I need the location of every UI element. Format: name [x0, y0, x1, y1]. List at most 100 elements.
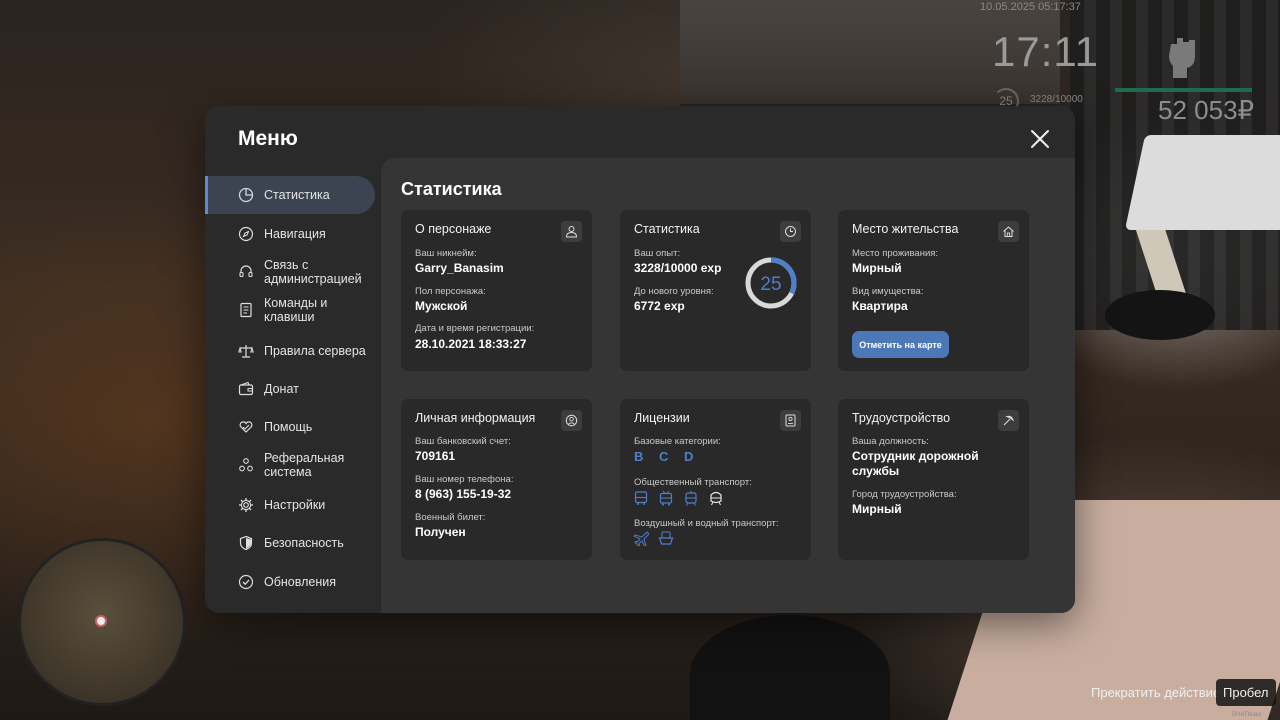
exp-label: Ваш опыт: — [634, 248, 681, 259]
bank-account-value: 709161 — [415, 449, 456, 463]
mark-on-map-button[interactable]: Отметить на карте — [852, 331, 949, 358]
metro-icon — [710, 491, 722, 506]
next-level-label: До нового уровня: — [634, 286, 714, 297]
shield-icon — [239, 535, 253, 551]
sidebar-item-label: Навигация — [264, 227, 326, 241]
sidebar-item-help[interactable]: Помощь — [205, 419, 375, 435]
close-icon[interactable] — [1030, 129, 1050, 149]
menu-window: Меню Статистика Навигация Связь с админи… — [205, 106, 1075, 613]
phone-value: 8 (963) 155-19-32 — [415, 487, 512, 501]
sidebar-item-label: Правила сервера — [264, 344, 366, 358]
air-water-transport-icons — [633, 530, 674, 546]
basic-categories-label: Базовые категории: — [634, 436, 721, 447]
job-position-label: Ваша должность: — [852, 436, 929, 447]
sidebar-item-security[interactable]: Безопасность — [205, 535, 375, 551]
registration-value: 28.10.2021 18:33:27 — [415, 337, 527, 351]
sidebar-item-commands[interactable]: Команды и клавиши — [205, 296, 375, 324]
sidebar-item-donate[interactable]: Донат — [205, 381, 375, 397]
menu-title: Меню — [238, 127, 298, 150]
hud-clock: 17:11 — [992, 28, 1099, 75]
sidebar-item-label: Настройки — [264, 498, 326, 512]
card-character: О персонаже Ваш никнейм: Garry_Banasim П… — [401, 210, 592, 371]
gear-icon — [239, 498, 253, 512]
sidebar-item-rules[interactable]: Правила сервера — [205, 343, 375, 359]
sidebar-item-label: Донат — [264, 382, 299, 396]
sidebar-item-statistics[interactable]: Статистика — [205, 176, 375, 214]
card-employment: Трудоустройство Ваша должность: Сотрудни… — [838, 399, 1029, 560]
gender-label: Пол персонажа: — [415, 286, 486, 297]
residence-place-label: Место проживания: — [852, 248, 939, 259]
document-icon — [240, 302, 252, 318]
phone-label: Ваш номер телефона: — [415, 474, 514, 485]
sidebar-item-settings[interactable]: Настройки — [205, 497, 375, 513]
sidebar-item-navigation[interactable]: Навигация — [205, 226, 375, 242]
property-type-label: Вид имущества: — [852, 286, 924, 297]
card-title: Личная информация — [415, 411, 536, 425]
user-circle-icon — [561, 410, 582, 431]
minimap-player-marker — [95, 615, 107, 627]
player-character — [690, 615, 890, 720]
sidebar-item-label: Связь с администрацией — [264, 258, 362, 286]
military-id-label: Военный билет: — [415, 512, 486, 523]
level-progress-ring: 25 — [745, 257, 797, 309]
plane-icon — [633, 531, 649, 546]
wallet-icon — [238, 381, 254, 396]
check-circle-icon — [238, 574, 254, 590]
hint-key-space[interactable]: Пробел — [1216, 679, 1276, 706]
fist-icon — [1169, 38, 1195, 78]
level-value: 25 — [760, 274, 781, 295]
card-personal-info: Личная информация Ваш банковский счет: 7… — [401, 399, 592, 560]
bank-account-label: Ваш банковский счет: — [415, 436, 511, 447]
sidebar-item-label: Реферальная система — [264, 451, 345, 479]
air-water-transport-label: Воздушный и водный транспорт: — [634, 518, 779, 529]
card-title: О персонаже — [415, 222, 492, 236]
sidebar-item-label: Команды и клавиши — [264, 296, 328, 324]
content-title: Статистика — [401, 179, 502, 199]
sidebar-item-label: Статистика — [264, 188, 330, 202]
card-title: Трудоустройство — [852, 411, 951, 425]
user-icon — [561, 221, 582, 242]
property-type-value: Квартира — [852, 299, 908, 313]
card-licenses: Лицензии Базовые категории: B C D Общест… — [620, 399, 811, 560]
public-transport-icons — [633, 490, 724, 506]
compass-icon — [238, 226, 254, 242]
pie-chart-icon — [238, 187, 254, 203]
next-level-value: 6772 exp — [634, 299, 685, 313]
clock-icon — [780, 221, 801, 242]
id-card-icon — [780, 410, 801, 431]
headset-icon — [239, 265, 253, 278]
basic-categories-value: B C D — [634, 449, 700, 464]
trolleybus-icon — [659, 490, 673, 506]
background-lamp-base — [1105, 290, 1215, 340]
bus-icon — [634, 491, 648, 505]
nickname-value: Garry_Banasim — [415, 261, 504, 275]
watermark: ВНАТМакс — [1232, 712, 1262, 718]
sidebar-item-label: Помощь — [264, 420, 313, 434]
registration-label: Дата и время регистрации: — [415, 323, 535, 334]
card-residence: Место жительства Место проживания: Мирны… — [838, 210, 1029, 371]
scales-icon — [238, 345, 254, 358]
hud-money: 52 053₽ — [1158, 95, 1255, 125]
heart-hands-icon — [239, 421, 253, 433]
gender-value: Мужской — [415, 299, 468, 313]
hud-exp: 3228/10000 — [1030, 94, 1083, 105]
card-title: Статистика — [634, 222, 700, 236]
sidebar-item-updates[interactable]: Обновления — [205, 574, 375, 590]
referral-icon — [239, 458, 253, 472]
hud-health-bar — [1115, 88, 1252, 92]
sidebar-item-label: Безопасность — [264, 536, 344, 550]
job-position-value: Сотрудник дорожной службы — [852, 449, 979, 478]
content-panel: Статистика О персонаже Ваш никнейм: Garr… — [381, 158, 1075, 613]
hud-datetime: 10.05.2025 05:17:37 — [980, 1, 1081, 13]
job-city-value: Мирный — [852, 502, 902, 516]
sidebar-item-referral[interactable]: Реферальная система — [205, 451, 375, 479]
background-lamp-shade — [1124, 135, 1280, 230]
sidebar-item-admin-contact[interactable]: Связь с администрацией — [205, 258, 375, 286]
job-city-label: Город трудоустройства: — [852, 489, 957, 500]
residence-place-value: Мирный — [852, 261, 902, 275]
card-statistics: Статистика Ваш опыт: 3228/10000 exp До н… — [620, 210, 811, 371]
tram-icon — [685, 490, 697, 506]
sidebar-item-label: Обновления — [264, 575, 336, 589]
military-id-value: Получен — [415, 525, 466, 539]
boat-icon — [658, 531, 674, 545]
